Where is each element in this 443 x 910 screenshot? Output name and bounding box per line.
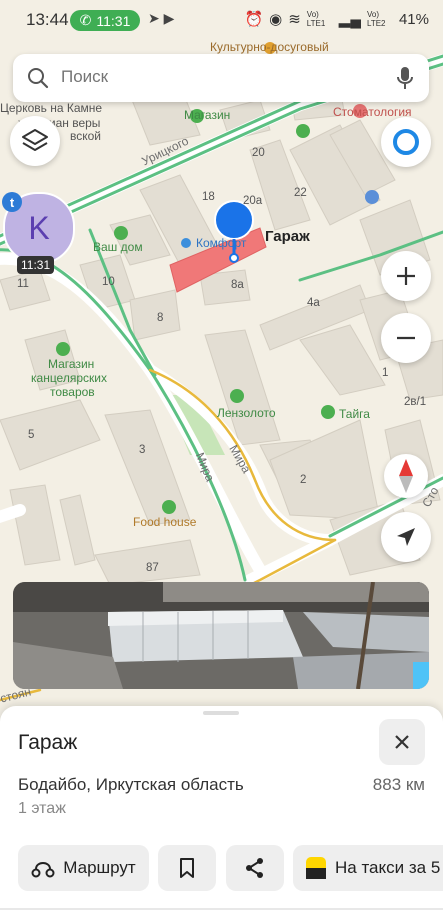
house-number: 11 bbox=[17, 278, 29, 290]
close-button[interactable] bbox=[379, 719, 425, 765]
route-button[interactable]: Маршрут bbox=[18, 845, 149, 891]
alarm-icon: ⏰ bbox=[244, 11, 264, 28]
notification-icons: ➤ ▶ bbox=[148, 10, 174, 27]
status-time: 13:44 bbox=[26, 10, 69, 29]
map-label-shop: Магазин bbox=[48, 357, 95, 371]
zoom-out-button[interactable] bbox=[381, 313, 431, 363]
map-label-shop: товаров bbox=[50, 385, 95, 399]
map-label-church: вской bbox=[70, 129, 102, 143]
taxi-button[interactable]: На такси за 5 bbox=[293, 845, 443, 891]
map-label-church: Церковь на Камне bbox=[0, 101, 103, 115]
place-title: Гараж bbox=[18, 731, 78, 754]
house-number: 8 bbox=[157, 312, 164, 324]
house-number: 8a bbox=[231, 279, 244, 291]
lte1-label: Vo) LTE1 bbox=[306, 10, 326, 28]
signal-icon: ▂▄ bbox=[338, 11, 361, 28]
my-location-button[interactable] bbox=[381, 512, 431, 562]
taxi-icon bbox=[306, 857, 326, 879]
battery-level: 41% bbox=[398, 10, 429, 28]
map-label-shop: канцелярских bbox=[31, 371, 107, 385]
status-bar: 13:44 ✆ 11:31 ➤ ▶ ⏰ ◉ ≋ Vo) LTE1 ▂▄ Vo) … bbox=[0, 0, 443, 40]
place-card[interactable]: Гараж Бодайбо, Иркутская область 883 км … bbox=[0, 706, 443, 910]
plus-icon bbox=[397, 267, 415, 285]
house-number: 10 bbox=[102, 276, 115, 288]
layers-button[interactable] bbox=[10, 116, 60, 166]
status-right: ⏰ ◉ ≋ Vo) LTE1 ▂▄ Vo) LTE2 41% bbox=[244, 10, 429, 28]
route-icon bbox=[31, 862, 55, 878]
search-bar[interactable] bbox=[13, 54, 429, 102]
bookmark-button[interactable] bbox=[158, 845, 216, 891]
lte2-label: Vo) LTE2 bbox=[366, 10, 386, 28]
taxi-label: На такси за 5 bbox=[335, 858, 441, 877]
map-label-shop: Ваш дом bbox=[93, 240, 143, 254]
house-number: 18 bbox=[202, 191, 215, 203]
place-address: Бодайбо, Иркутская область bbox=[18, 775, 244, 794]
garage-photo-image bbox=[13, 582, 429, 689]
wifi-icon: ≋ bbox=[288, 11, 301, 28]
share-button[interactable] bbox=[226, 845, 284, 891]
assistant-button[interactable] bbox=[381, 117, 431, 167]
avatar-time: 11:31 bbox=[17, 256, 55, 274]
place-distance: 883 км bbox=[372, 775, 425, 794]
place-photo[interactable] bbox=[13, 582, 429, 689]
close-icon bbox=[395, 735, 409, 749]
map-label-poi: Комфорт bbox=[196, 236, 247, 250]
house-number: 22 bbox=[294, 187, 307, 199]
house-number: 1 bbox=[382, 367, 389, 379]
house-number: 5 bbox=[28, 429, 35, 441]
search-icon bbox=[28, 68, 49, 89]
map-label-poi: Лензолото bbox=[217, 406, 276, 420]
map-label-selected: Гараж bbox=[265, 228, 310, 245]
navigation-arrow-icon bbox=[397, 528, 415, 546]
map-label-shop: Магазин bbox=[184, 108, 231, 122]
house-number: 2в/1 bbox=[404, 396, 427, 408]
house-number: 20 bbox=[252, 147, 265, 159]
compass-button[interactable] bbox=[384, 454, 428, 498]
telegram-icon: ➤ bbox=[148, 10, 160, 26]
place-floor: 1 этаж bbox=[18, 800, 66, 817]
house-number: 4a bbox=[307, 297, 320, 309]
sheet-drag-handle[interactable] bbox=[203, 711, 239, 715]
house-number: 20a bbox=[243, 195, 263, 207]
call-time: 11:31 bbox=[96, 12, 131, 29]
house-number: 87 bbox=[146, 562, 159, 574]
map-label-food: Food house bbox=[133, 515, 197, 529]
share-icon bbox=[246, 858, 263, 878]
compass-icon bbox=[399, 459, 413, 493]
phone-icon: ✆ bbox=[79, 12, 92, 28]
map-label-poi: Тайга bbox=[339, 407, 370, 421]
avatar-badge-icon: t bbox=[2, 192, 22, 212]
house-number: 2 bbox=[300, 474, 307, 486]
youtube-icon: ▶ bbox=[163, 10, 175, 26]
search-input[interactable] bbox=[59, 66, 363, 88]
call-pill[interactable]: ✆ 11:31 bbox=[70, 10, 140, 31]
zoom-in-button[interactable] bbox=[381, 251, 431, 301]
avatar-letter: K bbox=[28, 209, 50, 246]
bookmark-icon bbox=[180, 858, 194, 878]
map-label-culture: Культурно-досуговый bbox=[210, 40, 329, 54]
layers-icon bbox=[22, 129, 48, 151]
microphone-icon[interactable] bbox=[396, 66, 414, 90]
location-icon: ◉ bbox=[269, 11, 283, 28]
route-label: Маршрут bbox=[63, 858, 136, 877]
minus-icon bbox=[397, 336, 415, 340]
assistant-icon bbox=[393, 129, 419, 155]
house-number: 3 bbox=[139, 444, 146, 456]
